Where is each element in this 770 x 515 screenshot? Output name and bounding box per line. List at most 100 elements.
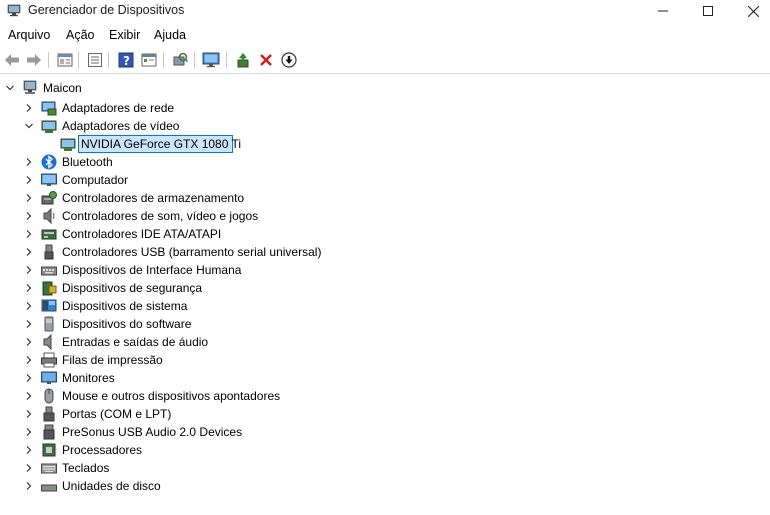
chevron-right-icon[interactable] — [24, 427, 34, 437]
tree-category[interactable]: Computador — [0, 171, 770, 189]
tree-category[interactable]: Dispositivos de segurança — [0, 279, 770, 297]
tree-category-label[interactable]: Entradas e saídas de áudio — [62, 335, 208, 349]
minimize-button[interactable] — [640, 0, 686, 22]
tree-category[interactable]: Filas de impressão — [0, 351, 770, 369]
usb-audio-icon — [43, 424, 55, 440]
chevron-right-icon[interactable] — [24, 373, 34, 383]
chevron-right-icon[interactable] — [24, 193, 34, 203]
tree-category[interactable]: Adaptadores de rede — [0, 99, 770, 117]
tree-device-selected[interactable]: NVIDIA GeForce GTX 1080 Ti — [0, 135, 770, 153]
tree-category-label[interactable]: Adaptadores de rede — [62, 101, 174, 115]
chevron-right-icon[interactable] — [24, 391, 34, 401]
close-button[interactable] — [730, 0, 770, 22]
maximize-button[interactable] — [685, 0, 731, 22]
tree-category-label[interactable]: Portas (COM e LPT) — [62, 407, 171, 421]
view-icon — [141, 53, 157, 67]
tree-category-label[interactable]: Unidades de disco — [62, 479, 161, 493]
disable-icon — [281, 52, 297, 68]
tree-category[interactable]: Processadores — [0, 441, 770, 459]
chevron-right-icon[interactable] — [24, 103, 34, 113]
tree-category[interactable]: PreSonus USB Audio 2.0 Devices — [0, 423, 770, 441]
tree-category-label[interactable]: Computador — [62, 173, 128, 187]
tree-category[interactable]: Monitores — [0, 369, 770, 387]
computer-icon — [41, 173, 57, 186]
update-driver-button[interactable] — [234, 51, 252, 69]
help-button[interactable]: ? — [117, 51, 135, 69]
chevron-right-icon[interactable] — [24, 463, 34, 473]
tree-category-label[interactable]: PreSonus USB Audio 2.0 Devices — [62, 425, 242, 439]
ide-controller-icon — [41, 229, 57, 240]
list-view-button[interactable] — [86, 51, 104, 69]
tree-category-label[interactable]: Adaptadores de vídeo — [62, 119, 179, 133]
tree-category-label[interactable]: Mouse e outros dispositivos apontadores — [62, 389, 280, 403]
tree-category[interactable]: Controladores USB (barramento serial uni… — [0, 243, 770, 261]
menu-exibir[interactable]: Exibir — [109, 28, 140, 42]
forward-button[interactable] — [25, 51, 43, 69]
tree-category[interactable]: Dispositivos do software — [0, 315, 770, 333]
chevron-right-icon[interactable] — [24, 265, 34, 275]
tree-category-label[interactable]: Processadores — [62, 443, 142, 457]
display-adapter-icon — [60, 138, 76, 151]
tree-category-label[interactable]: Dispositivos do software — [62, 317, 191, 331]
forward-icon — [27, 54, 41, 66]
root-chevron-down-icon[interactable] — [5, 83, 15, 93]
tree-root-label[interactable]: Maicon — [43, 81, 82, 95]
tree-category[interactable]: Controladores de armazenamento — [0, 189, 770, 207]
properties-button[interactable] — [56, 51, 74, 69]
chevron-right-icon[interactable] — [24, 247, 34, 257]
chevron-right-icon[interactable] — [24, 355, 34, 365]
tree-category-label[interactable]: Monitores — [62, 371, 115, 385]
audio-io-icon — [43, 334, 52, 350]
keyboard-icon — [41, 463, 57, 474]
tree-category-label[interactable]: Controladores IDE ATA/ATAPI — [62, 227, 221, 241]
tree-category[interactable]: Controladores IDE ATA/ATAPI — [0, 225, 770, 243]
uninstall-button[interactable] — [257, 51, 275, 69]
tree-category[interactable]: Controladores de som, vídeo e jogos — [0, 207, 770, 225]
chevron-right-icon[interactable] — [24, 337, 34, 347]
tree-category-label[interactable]: Controladores de som, vídeo e jogos — [62, 209, 258, 223]
chevron-right-icon[interactable] — [24, 175, 34, 185]
chevron-right-icon[interactable] — [24, 445, 34, 455]
tree-category-label[interactable]: Dispositivos de segurança — [62, 281, 202, 295]
chevron-right-icon[interactable] — [24, 301, 34, 311]
tree-device-label[interactable]: NVIDIA GeForce GTX 1080 Ti — [81, 137, 241, 151]
menu-arquivo[interactable]: Arquivo — [8, 28, 50, 42]
port-icon — [43, 406, 55, 422]
scan-hardware-button[interactable] — [171, 51, 189, 69]
tree-category[interactable]: Bluetooth — [0, 153, 770, 171]
tree-category[interactable]: Dispositivos de sistema — [0, 297, 770, 315]
tree-category[interactable]: Portas (COM e LPT) — [0, 405, 770, 423]
tree-category[interactable]: Unidades de disco — [0, 477, 770, 495]
tree-category-label[interactable]: Dispositivos de sistema — [62, 299, 187, 313]
tree-category[interactable]: Dispositivos de Interface Humana — [0, 261, 770, 279]
help-icon: ? — [118, 52, 134, 68]
chevron-right-icon[interactable] — [24, 211, 34, 221]
chevron-right-icon[interactable] — [24, 229, 34, 239]
chevron-right-icon[interactable] — [24, 157, 34, 167]
menu-acao[interactable]: Ação — [66, 28, 95, 42]
disable-device-button[interactable] — [280, 51, 298, 69]
tree-category-label[interactable]: Controladores USB (barramento serial uni… — [62, 245, 321, 259]
tree-category-label[interactable]: Bluetooth — [62, 155, 113, 169]
disk-drive-icon — [41, 484, 57, 492]
chevron-right-icon[interactable] — [24, 409, 34, 419]
monitor-button[interactable] — [202, 51, 220, 69]
tree-category-label[interactable]: Dispositivos de Interface Humana — [62, 263, 241, 277]
chevron-right-icon[interactable] — [24, 481, 34, 491]
tree-category-label[interactable]: Controladores de armazenamento — [62, 191, 244, 205]
toolbar-separator — [226, 52, 227, 68]
minimize-icon — [658, 10, 668, 12]
chevron-right-icon[interactable] — [24, 283, 34, 293]
tree-category[interactable]: Teclados — [0, 459, 770, 477]
tree-category-label[interactable]: Filas de impressão — [62, 353, 163, 367]
tree-category[interactable]: Entradas e saídas de áudio — [0, 333, 770, 351]
tree-category[interactable]: Mouse e outros dispositivos apontadores — [0, 387, 770, 405]
view-button[interactable] — [140, 51, 158, 69]
usb-icon — [44, 244, 54, 260]
menu-ajuda[interactable]: Ajuda — [154, 28, 186, 42]
tree-category[interactable]: Adaptadores de vídeo — [0, 117, 770, 135]
back-button[interactable] — [3, 51, 21, 69]
chevron-right-icon[interactable] — [24, 319, 34, 329]
tree-category-label[interactable]: Teclados — [62, 461, 109, 475]
chevron-down-icon[interactable] — [24, 121, 34, 131]
